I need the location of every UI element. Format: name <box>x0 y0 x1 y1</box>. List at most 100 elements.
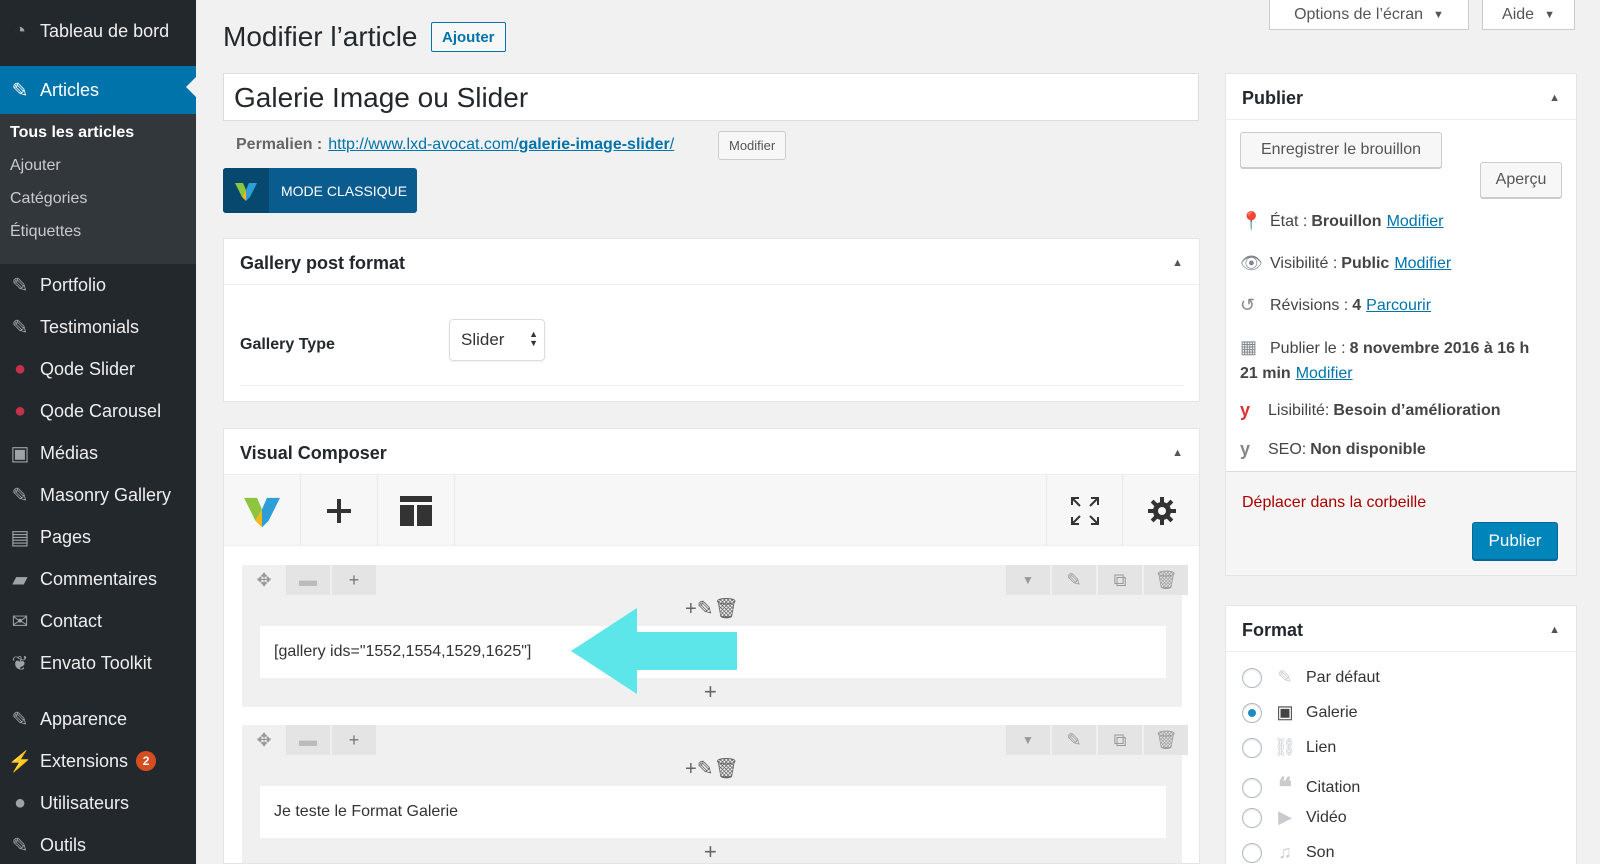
menu-plugins[interactable]: ⚡ Extensions 2 <box>0 740 196 782</box>
vc-box-title: Visual Composer <box>240 443 387 463</box>
row-toggle-icon[interactable]: ▼ <box>1006 565 1050 595</box>
publish-date-edit-link[interactable]: Modifier <box>1296 365 1353 382</box>
add-column-icon[interactable]: + <box>332 725 376 755</box>
video-icon: ▶ <box>1278 807 1292 827</box>
seo-line: y SEO: Non disponible <box>1240 437 1426 462</box>
collapse-toggle-icon[interactable]: ▲ <box>1172 257 1183 269</box>
menu-comments[interactable]: ▰ Commentaires <box>0 558 196 600</box>
visibility-edit-link[interactable]: Modifier <box>1394 251 1451 276</box>
add-element-icon[interactable]: + <box>704 679 717 705</box>
column-layout-icon[interactable]: ▬ <box>286 725 330 755</box>
edit-icon[interactable]: ✎ <box>697 758 714 780</box>
classic-mode-button[interactable]: MODE CLASSIQUE <box>223 168 417 213</box>
menu-testimonials[interactable]: ✎ Testimonials <box>0 306 196 348</box>
permalink-edit-button[interactable]: Modifier <box>718 131 787 160</box>
menu-portfolio[interactable]: ✎ Portfolio <box>0 264 196 306</box>
vc-fullscreen-button[interactable] <box>1046 475 1123 546</box>
menu-posts[interactable]: ✎ Articles <box>0 66 196 114</box>
caret-down-icon: ▼ <box>1433 8 1444 21</box>
divider <box>1226 651 1576 652</box>
edit-icon[interactable]: ✎ <box>1052 565 1096 595</box>
vc-logo-button[interactable] <box>224 475 301 546</box>
move-icon[interactable]: ✥ <box>242 565 286 595</box>
layout-icon <box>400 495 432 526</box>
vc-row: ✥ ▬ + ▼ ✎ ⧉ 🗑 +✎🗑 Je teste le Format Gal… <box>242 725 1188 863</box>
radio-button[interactable] <box>1242 667 1262 688</box>
row-toggle-icon[interactable]: ▼ <box>1006 725 1050 755</box>
collapse-toggle-icon[interactable]: ▲ <box>1549 92 1560 104</box>
seo-label: SEO: <box>1268 441 1307 458</box>
radio-button-checked[interactable] <box>1242 702 1262 723</box>
pin-icon: 📍 <box>1240 211 1263 231</box>
add-new-button[interactable]: Ajouter <box>431 22 506 52</box>
edit-icon[interactable]: ✎ <box>1052 725 1096 755</box>
clone-icon[interactable]: ⧉ <box>1098 565 1142 595</box>
submenu-add[interactable]: Ajouter <box>10 157 61 175</box>
collapse-toggle-icon[interactable]: ▲ <box>1549 624 1560 636</box>
format-option-video[interactable]: ▶ Vidéo <box>1242 807 1347 828</box>
move-icon[interactable]: ✥ <box>242 725 286 755</box>
menu-users[interactable]: ● Utilisateurs <box>0 782 196 824</box>
plus-icon <box>327 498 351 523</box>
screen-options-button[interactable]: Options de l’écran ▼ <box>1269 0 1469 30</box>
gallery-format-box: Gallery post format ▲ Gallery Type Slide… <box>223 238 1200 402</box>
admin-sidebar: ◔ Tableau de bord ✎ Articles Tous les ar… <box>0 0 196 864</box>
help-button[interactable]: Aide ▼ <box>1482 0 1575 30</box>
add-column-icon[interactable]: + <box>332 565 376 595</box>
menu-contact[interactable]: ✉ Contact <box>0 600 196 642</box>
publish-button[interactable]: Publier <box>1472 522 1558 560</box>
menu-envato-toolkit[interactable]: ❦ Envato Toolkit <box>0 642 196 684</box>
format-option-standard[interactable]: ✎ Par défaut <box>1242 667 1380 688</box>
menu-dashboard[interactable]: ◔ Tableau de bord <box>0 10 196 52</box>
radio-button[interactable] <box>1242 807 1262 828</box>
plus-icon[interactable]: + <box>685 758 697 780</box>
submenu-categories[interactable]: Catégories <box>10 190 87 208</box>
publish-date-label: Publier le : <box>1270 340 1346 357</box>
qode-icon: ● <box>13 399 27 422</box>
vc-add-element-button[interactable] <box>301 475 378 546</box>
delete-icon[interactable]: 🗑 <box>1144 565 1188 595</box>
music-icon: ♫ <box>1278 842 1292 862</box>
vc-templates-button[interactable] <box>378 475 455 546</box>
delete-icon[interactable]: 🗑 <box>1144 725 1188 755</box>
menu-masonry-gallery[interactable]: ✎ Masonry Gallery <box>0 474 196 516</box>
format-option-gallery[interactable]: ▣ Galerie <box>1242 702 1358 723</box>
radio-button[interactable] <box>1242 737 1262 758</box>
menu-appearance[interactable]: ✎ Apparence <box>0 698 196 740</box>
delete-icon[interactable]: 🗑 <box>713 758 738 780</box>
submenu-tags[interactable]: Étiquettes <box>10 223 81 241</box>
vc-settings-button[interactable] <box>1123 475 1199 546</box>
menu-qode-slider[interactable]: ● Qode Slider <box>0 348 196 390</box>
radio-button[interactable] <box>1242 842 1262 863</box>
radio-button[interactable] <box>1242 777 1262 798</box>
format-option-audio[interactable]: ♫ Son <box>1242 842 1334 863</box>
post-title-input[interactable]: Galerie Image ou Slider <box>223 73 1199 121</box>
menu-label: Contact <box>40 610 103 631</box>
format-option-link[interactable]: ⛓ Lien <box>1242 737 1336 758</box>
gallery-type-select[interactable]: Slider ▲ ▼ <box>449 319 545 361</box>
gear-icon <box>1147 496 1176 525</box>
clone-icon[interactable]: ⧉ <box>1098 725 1142 755</box>
permalink-link[interactable]: http://www.lxd-avocat.com/galerie-image-… <box>328 136 674 154</box>
column-layout-icon[interactable]: ▬ <box>286 565 330 595</box>
brush-icon: ✎ <box>11 708 29 731</box>
menu-media[interactable]: ▣ Médias <box>0 432 196 474</box>
save-draft-button[interactable]: Enregistrer le brouillon <box>1240 132 1442 168</box>
add-element-icon[interactable]: + <box>704 839 717 863</box>
format-option-quote[interactable]: ❝ Citation <box>1242 772 1360 803</box>
menu-qode-carousel[interactable]: ● Qode Carousel <box>0 390 196 432</box>
menu-tools[interactable]: ✎ Outils <box>0 824 196 864</box>
permalink-base: http://www.lxd-avocat.com/ <box>328 136 519 153</box>
trash-link[interactable]: Déplacer dans la corbeille <box>1242 494 1426 512</box>
calendar-icon: ▦ <box>1240 337 1258 357</box>
collapse-toggle-icon[interactable]: ▲ <box>1172 447 1183 459</box>
menu-label: Utilisateurs <box>40 792 130 813</box>
status-edit-link[interactable]: Modifier <box>1387 209 1444 234</box>
menu-pages[interactable]: ▤ Pages <box>0 516 196 558</box>
vc-text-content: Je teste le Format Galerie <box>274 803 459 820</box>
vc-text-block[interactable]: Je teste le Format Galerie <box>260 786 1166 838</box>
revisions-browse-link[interactable]: Parcourir <box>1366 293 1431 318</box>
posts-submenu: Tous les articles Ajouter Catégories Éti… <box>0 114 196 264</box>
preview-button[interactable]: Aperçu <box>1480 162 1562 198</box>
submenu-all-posts[interactable]: Tous les articles <box>10 124 134 142</box>
